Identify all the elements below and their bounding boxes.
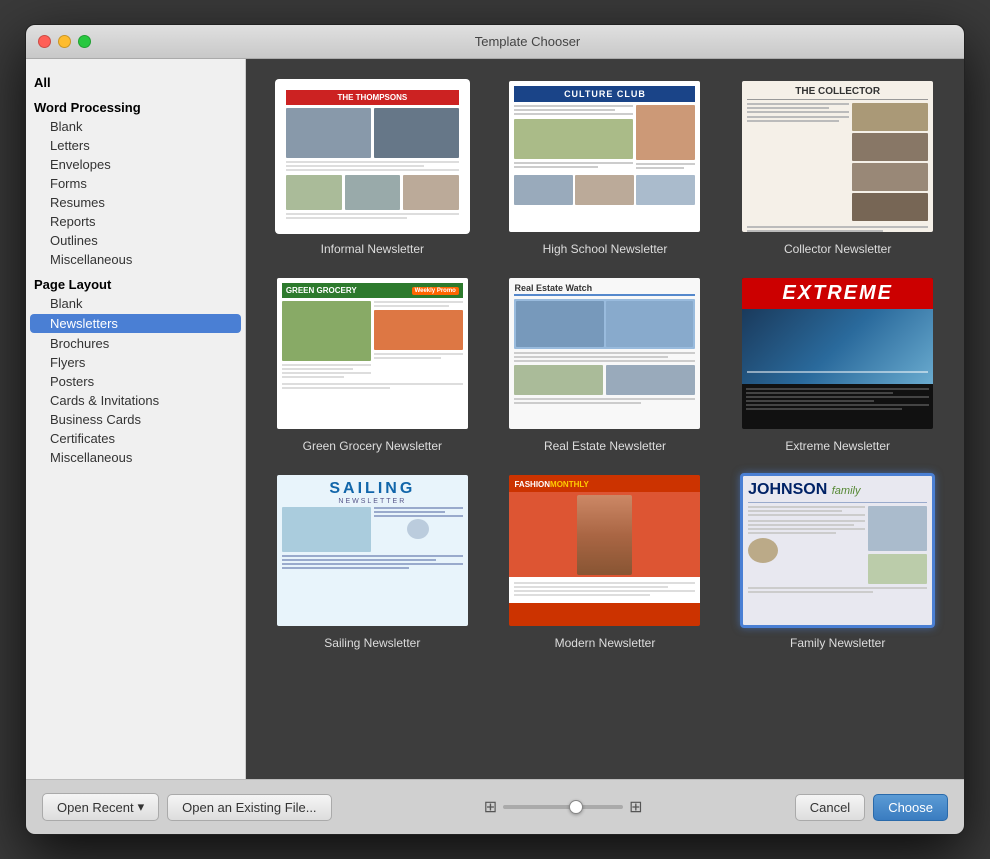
footer-left: Open Recent ▾ Open an Existing File... xyxy=(42,793,332,821)
template-thumb-highschool: CULTURE CLUB xyxy=(507,79,702,234)
template-label-collector: Collector Newsletter xyxy=(784,242,891,256)
footer: Open Recent ▾ Open an Existing File... ⊞… xyxy=(26,779,964,834)
sidebar-item-pl-misc[interactable]: Miscellaneous xyxy=(26,448,245,467)
sidebar-item-certificates[interactable]: Certificates xyxy=(26,429,245,448)
large-grid-icon: ⊞ xyxy=(629,797,642,817)
footer-right: Cancel Choose xyxy=(795,794,948,821)
sidebar-item-envelopes[interactable]: Envelopes xyxy=(26,155,245,174)
template-label-family: Family Newsletter xyxy=(790,636,885,650)
sidebar-item-newsletters[interactable]: Newsletters xyxy=(30,314,241,333)
sidebar-item-cards[interactable]: Cards & Invitations xyxy=(26,391,245,410)
template-label-extreme: Extreme Newsletter xyxy=(785,439,890,453)
template-thumb-family: JOHNSON family xyxy=(740,473,935,628)
sidebar-item-forms[interactable]: Forms xyxy=(26,174,245,193)
template-label-informal: Informal Newsletter xyxy=(321,242,424,256)
sidebar-item-business-cards[interactable]: Business Cards xyxy=(26,410,245,429)
slider-thumb xyxy=(569,800,583,814)
sidebar-item-resumes[interactable]: Resumes xyxy=(26,193,245,212)
cancel-button[interactable]: Cancel xyxy=(795,794,865,821)
template-label-grocery: Green Grocery Newsletter xyxy=(303,439,442,453)
template-thumb-grocery: GREEN GROCERY Weekly Promo xyxy=(275,276,470,431)
sidebar-item-page-layout[interactable]: Page Layout xyxy=(26,275,245,294)
sidebar-item-pl-blank[interactable]: Blank xyxy=(26,294,245,313)
sidebar-item-posters[interactable]: Posters xyxy=(26,372,245,391)
template-extreme[interactable]: EXTREME xyxy=(731,276,944,453)
templates-grid: THE THOMPSONS xyxy=(266,79,944,650)
template-sailing[interactable]: SAILING NEWSLETTER xyxy=(266,473,479,650)
template-grocery[interactable]: GREEN GROCERY Weekly Promo xyxy=(266,276,479,453)
sidebar-item-wp-misc[interactable]: Miscellaneous xyxy=(26,250,245,269)
template-label-highschool: High School Newsletter xyxy=(543,242,668,256)
template-thumb-modern: FASHIONMONTHLY xyxy=(507,473,702,628)
zoom-slider[interactable] xyxy=(503,805,623,809)
dropdown-arrow-icon: ▾ xyxy=(138,799,145,815)
templates-area: THE THOMPSONS xyxy=(246,59,964,779)
template-realestate[interactable]: Real Estate Watch xyxy=(499,276,712,453)
zoom-slider-container: ⊞ ⊞ xyxy=(342,797,785,817)
sidebar-item-brochures[interactable]: Brochures xyxy=(26,334,245,353)
sidebar-item-outlines[interactable]: Outlines xyxy=(26,231,245,250)
template-thumb-collector: THE COLLECTOR xyxy=(740,79,935,234)
sidebar-item-word-processing[interactable]: Word Processing xyxy=(26,98,245,117)
template-label-realestate: Real Estate Newsletter xyxy=(544,439,666,453)
template-family[interactable]: JOHNSON family xyxy=(731,473,944,650)
template-thumb-extreme: EXTREME xyxy=(740,276,935,431)
minimize-button[interactable] xyxy=(58,35,71,48)
sidebar-item-all[interactable]: All xyxy=(26,73,245,92)
template-label-modern: Modern Newsletter xyxy=(555,636,656,650)
content-area: All Word Processing Blank Letters Envelo… xyxy=(26,59,964,779)
template-chooser-window: Template Chooser All Word Processing Bla… xyxy=(25,24,965,835)
template-thumb-realestate: Real Estate Watch xyxy=(507,276,702,431)
window-title: Template Chooser xyxy=(103,34,952,49)
template-label-sailing: Sailing Newsletter xyxy=(324,636,420,650)
open-existing-button[interactable]: Open an Existing File... xyxy=(167,794,331,821)
titlebar: Template Chooser xyxy=(26,25,964,59)
sidebar-item-reports[interactable]: Reports xyxy=(26,212,245,231)
sidebar: All Word Processing Blank Letters Envelo… xyxy=(26,59,246,779)
template-collector[interactable]: THE COLLECTOR xyxy=(731,79,944,256)
template-informal[interactable]: THE THOMPSONS xyxy=(266,79,479,256)
template-highschool[interactable]: CULTURE CLUB xyxy=(499,79,712,256)
open-recent-button[interactable]: Open Recent ▾ xyxy=(42,793,159,821)
small-grid-icon: ⊞ xyxy=(484,797,497,817)
template-thumb-sailing: SAILING NEWSLETTER xyxy=(275,473,470,628)
close-button[interactable] xyxy=(38,35,51,48)
sidebar-item-letters[interactable]: Letters xyxy=(26,136,245,155)
sidebar-item-flyers[interactable]: Flyers xyxy=(26,353,245,372)
sidebar-item-wp-blank[interactable]: Blank xyxy=(26,117,245,136)
choose-button[interactable]: Choose xyxy=(873,794,948,821)
template-modern[interactable]: FASHIONMONTHLY xyxy=(499,473,712,650)
template-thumb-informal: THE THOMPSONS xyxy=(275,79,470,234)
traffic-lights xyxy=(38,35,91,48)
maximize-button[interactable] xyxy=(78,35,91,48)
